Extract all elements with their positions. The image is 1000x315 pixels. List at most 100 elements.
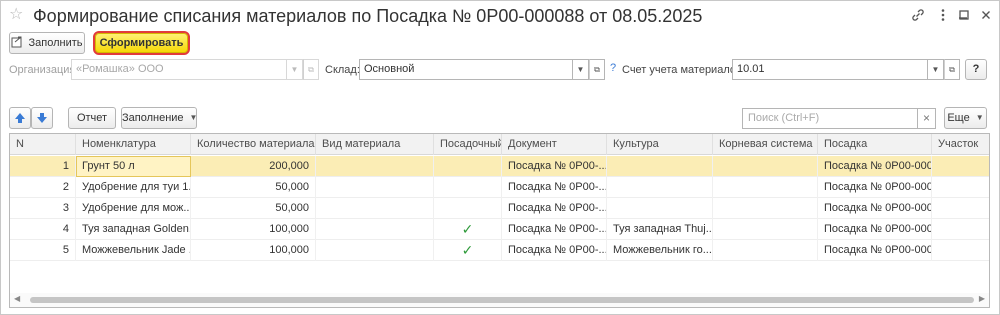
cell-nomenclature[interactable]: Туя западная Golden... xyxy=(76,219,191,240)
materials-table[interactable]: N Номенклатура Количество материала Вид мат… xyxy=(9,133,990,308)
cell-landing[interactable]: ✓ xyxy=(434,219,502,240)
more-icon[interactable] xyxy=(932,6,954,26)
warehouse-label: Склад: xyxy=(325,64,360,76)
cell-document[interactable]: Посадка № 0P00-... xyxy=(502,177,607,198)
cell-quantity[interactable]: 100,000 xyxy=(191,240,316,261)
header-col-n[interactable]: N xyxy=(10,134,76,155)
header-col-material-kind[interactable]: Вид материала xyxy=(316,134,434,155)
cell-document[interactable]: Посадка № 0P00-... xyxy=(502,240,607,261)
cell-material-kind[interactable] xyxy=(316,219,434,240)
cell-plot[interactable] xyxy=(932,219,989,240)
cell-culture[interactable] xyxy=(607,177,713,198)
search-input[interactable]: Поиск (Ctrl+F) xyxy=(742,108,918,129)
cell-n[interactable]: 4 xyxy=(10,219,76,240)
scroll-left-icon[interactable]: ◀ xyxy=(14,294,20,303)
cell-landing[interactable] xyxy=(434,156,502,177)
cell-nomenclature[interactable]: Удобрение для мож... xyxy=(76,198,191,219)
cell-material-kind[interactable] xyxy=(316,198,434,219)
header-col-posadka[interactable]: Посадка xyxy=(818,134,932,155)
cell-posadka[interactable]: Посадка № 0P00-000... xyxy=(818,156,932,177)
warehouse-help-mark[interactable]: ? xyxy=(610,62,616,74)
header-col-nomenclature[interactable]: Номенклатура xyxy=(76,134,191,155)
cell-material-kind[interactable] xyxy=(316,156,434,177)
link-icon[interactable] xyxy=(907,6,929,26)
cell-nomenclature[interactable]: Можжевельник Jade ... xyxy=(76,240,191,261)
warehouse-dropdown-button[interactable]: ▼ xyxy=(573,59,589,80)
filling-button[interactable]: Заполнение ▼ xyxy=(121,107,197,129)
cell-n[interactable]: 2 xyxy=(10,177,76,198)
cell-culture[interactable]: Можжевельник го... xyxy=(607,240,713,261)
cell-landing[interactable]: ✓ xyxy=(434,240,502,261)
move-up-button[interactable] xyxy=(9,107,31,129)
cell-root-system[interactable] xyxy=(713,177,818,198)
cell-document[interactable]: Посадка № 0P00-... xyxy=(502,198,607,219)
checkmark-icon: ✓ xyxy=(461,242,474,258)
cell-plot[interactable] xyxy=(932,177,989,198)
report-button[interactable]: Отчет xyxy=(68,107,116,129)
cell-nomenclature[interactable]: Грунт 50 л xyxy=(76,156,191,177)
header-col-culture[interactable]: Культура xyxy=(607,134,713,155)
organization-open-button: ⧉ xyxy=(303,59,319,80)
account-open-button[interactable]: ⧉ xyxy=(944,59,960,80)
account-label: Счет учета материалов: xyxy=(622,64,745,76)
cell-document[interactable]: Посадка № 0P00-... xyxy=(502,219,607,240)
cell-posadka[interactable]: Посадка № 0P00-000... xyxy=(818,219,932,240)
table-header: N Номенклатура Количество материала Вид мат… xyxy=(10,134,989,155)
table-row[interactable]: 5 Можжевельник Jade ... 100,000 ✓ Посадка № … xyxy=(10,240,989,261)
cell-material-kind[interactable] xyxy=(316,177,434,198)
table-row[interactable]: 3 Удобрение для мож... 50,000 Посадка № 0P0… xyxy=(10,198,989,219)
cell-plot[interactable] xyxy=(932,240,989,261)
cell-plot[interactable] xyxy=(932,198,989,219)
cell-document[interactable]: Посадка № 0P00-... xyxy=(502,156,607,177)
cell-posadka[interactable]: Посадка № 0P00-000... xyxy=(818,177,932,198)
cell-quantity[interactable]: 50,000 xyxy=(191,198,316,219)
cell-root-system[interactable] xyxy=(713,156,818,177)
cell-nomenclature[interactable]: Удобрение для туи 1... xyxy=(76,177,191,198)
cell-culture[interactable]: Туя западная Thuj... xyxy=(607,219,713,240)
window-title: Формирование списания материалов по Поса… xyxy=(33,6,703,26)
table-row[interactable]: 1 Грунт 50 л 200,000 Посадка № 0P00-... Поса… xyxy=(10,156,989,177)
generate-button[interactable]: Сформировать xyxy=(93,31,190,55)
cell-landing[interactable] xyxy=(434,198,502,219)
cell-n[interactable]: 1 xyxy=(10,156,76,177)
star-icon[interactable]: ☆ xyxy=(9,6,25,24)
cell-plot[interactable] xyxy=(932,156,989,177)
move-down-button[interactable] xyxy=(31,107,53,129)
chevron-down-icon: ▼ xyxy=(975,113,984,123)
table-row[interactable]: 4 Туя западная Golden... 100,000 ✓ Посадка №… xyxy=(10,219,989,240)
more-button[interactable]: Еще ▼ xyxy=(944,107,987,129)
cell-posadka[interactable]: Посадка № 0P00-000... xyxy=(818,240,932,261)
cell-root-system[interactable] xyxy=(713,219,818,240)
cell-landing[interactable] xyxy=(434,177,502,198)
header-col-root-system[interactable]: Корневая система xyxy=(713,134,818,155)
warehouse-field[interactable]: Основной xyxy=(359,59,573,80)
scrollbar-thumb[interactable] xyxy=(30,297,974,303)
clear-search-icon[interactable]: × xyxy=(918,108,936,129)
account-dropdown-button[interactable]: ▼ xyxy=(928,59,944,80)
cell-posadka[interactable]: Посадка № 0P00-000... xyxy=(818,198,932,219)
account-field[interactable]: 10.01 xyxy=(732,59,928,80)
cell-culture[interactable] xyxy=(607,156,713,177)
header-col-landing[interactable]: Посадочный xyxy=(434,134,502,155)
cell-culture[interactable] xyxy=(607,198,713,219)
header-col-quantity[interactable]: Количество материала xyxy=(191,134,316,155)
header-col-document[interactable]: Документ xyxy=(502,134,607,155)
cell-quantity[interactable]: 100,000 xyxy=(191,219,316,240)
cell-root-system[interactable] xyxy=(713,198,818,219)
table-row[interactable]: 2 Удобрение для туи 1... 50,000 Посадка № 0… xyxy=(10,177,989,198)
maximize-icon[interactable] xyxy=(953,6,975,26)
help-button[interactable]: ? xyxy=(965,59,987,80)
header-col-plot[interactable]: Участок xyxy=(932,134,989,155)
cell-n[interactable]: 5 xyxy=(10,240,76,261)
arrow-down-icon xyxy=(37,113,47,123)
scroll-right-icon[interactable]: ▶ xyxy=(979,294,985,303)
fill-button[interactable]: Заполнить xyxy=(9,32,85,54)
cell-material-kind[interactable] xyxy=(316,240,434,261)
cell-quantity[interactable]: 50,000 xyxy=(191,177,316,198)
warehouse-open-button[interactable]: ⧉ xyxy=(589,59,605,80)
horizontal-scrollbar[interactable]: ◀ ▶ xyxy=(10,293,989,307)
cell-n[interactable]: 3 xyxy=(10,198,76,219)
close-icon[interactable] xyxy=(975,6,997,26)
cell-quantity[interactable]: 200,000 xyxy=(191,156,316,177)
cell-root-system[interactable] xyxy=(713,240,818,261)
